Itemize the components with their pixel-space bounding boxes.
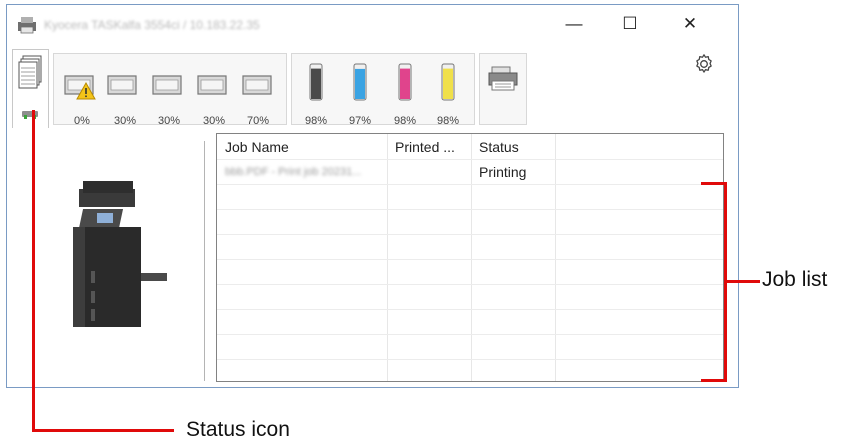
panel-divider bbox=[204, 141, 205, 381]
table-row bbox=[217, 259, 723, 284]
job-list-header: Job Name Printed ... Status bbox=[217, 134, 723, 159]
toner-black-icon bbox=[309, 63, 323, 101]
paper-tray-group: 0% 30% 30% 30% 70% bbox=[53, 53, 287, 127]
table-row bbox=[217, 309, 723, 334]
status-icon-pointer-vertical bbox=[32, 110, 35, 432]
paper-tray-icon bbox=[197, 75, 227, 95]
paper-level-5: 70% bbox=[246, 115, 270, 127]
table-row bbox=[217, 184, 723, 209]
close-button[interactable]: ✕ bbox=[667, 5, 713, 43]
column-job-name[interactable]: Job Name bbox=[217, 134, 387, 159]
column-printed[interactable]: Printed ... bbox=[387, 134, 471, 159]
job-list-callout: Job list bbox=[762, 268, 828, 291]
paper-level-2: 30% bbox=[113, 115, 137, 127]
toner-level-4: 98% bbox=[436, 115, 460, 127]
paper-tray-icon bbox=[107, 75, 137, 95]
app-printer-icon bbox=[18, 17, 36, 34]
toner-yellow-icon bbox=[441, 63, 455, 101]
maximize-button[interactable]: ☐ bbox=[607, 5, 653, 43]
toner-level-3: 98% bbox=[393, 115, 417, 127]
status-monitor-window: Kyocera TASKalfa 3554ci / 10.183.22.35 —… bbox=[6, 4, 739, 388]
toner-level-1: 98% bbox=[304, 115, 328, 127]
toner-group: 98% 97% 98% 98% bbox=[291, 53, 475, 127]
title-bar: Kyocera TASKalfa 3554ci / 10.183.22.35 —… bbox=[7, 5, 738, 45]
table-row bbox=[217, 234, 723, 259]
printer-image bbox=[73, 181, 167, 327]
paper-level-4: 30% bbox=[202, 115, 226, 127]
table-row bbox=[217, 209, 723, 234]
job-name-cell: bbb.PDF - Print job 20231... bbox=[225, 166, 362, 178]
column-status[interactable]: Status bbox=[471, 134, 555, 159]
status-cell: Printing bbox=[479, 164, 527, 180]
printed-cell bbox=[387, 160, 471, 184]
toner-cyan-icon bbox=[353, 63, 367, 101]
device-group bbox=[479, 53, 527, 125]
status-icon-callout: Status icon bbox=[186, 418, 290, 441]
job-list-bracket-bottom bbox=[701, 379, 727, 382]
paper-tray-icon bbox=[152, 75, 182, 95]
warning-icon bbox=[76, 82, 96, 100]
table-row[interactable]: bbb.PDF - Print job 20231... Printing bbox=[217, 159, 723, 184]
table-row bbox=[217, 334, 723, 359]
job-list: Job Name Printed ... Status bbb.PDF - Pr… bbox=[216, 133, 724, 382]
table-row bbox=[217, 359, 723, 381]
status-icon bbox=[22, 111, 38, 119]
table-row bbox=[217, 284, 723, 309]
paper-level-3: 30% bbox=[157, 115, 181, 127]
minimize-button[interactable]: — bbox=[551, 5, 597, 43]
status-tab[interactable] bbox=[12, 49, 49, 128]
status-toolbar: 0% 30% 30% 30% 70% 98% 97% 98% 98% bbox=[7, 45, 738, 162]
window-title: Kyocera TASKalfa 3554ci / 10.183.22.35 bbox=[44, 18, 260, 32]
paper-tray-icon bbox=[242, 75, 272, 95]
gear-icon[interactable] bbox=[693, 53, 715, 75]
status-icon-pointer-horizontal bbox=[32, 429, 174, 432]
toner-magenta-icon bbox=[398, 63, 412, 101]
job-list-pointer bbox=[727, 280, 760, 283]
status-pages-icon bbox=[18, 55, 42, 89]
toner-level-2: 97% bbox=[348, 115, 372, 127]
printer-device-icon bbox=[488, 66, 518, 91]
paper-level-1: 0% bbox=[74, 115, 90, 127]
